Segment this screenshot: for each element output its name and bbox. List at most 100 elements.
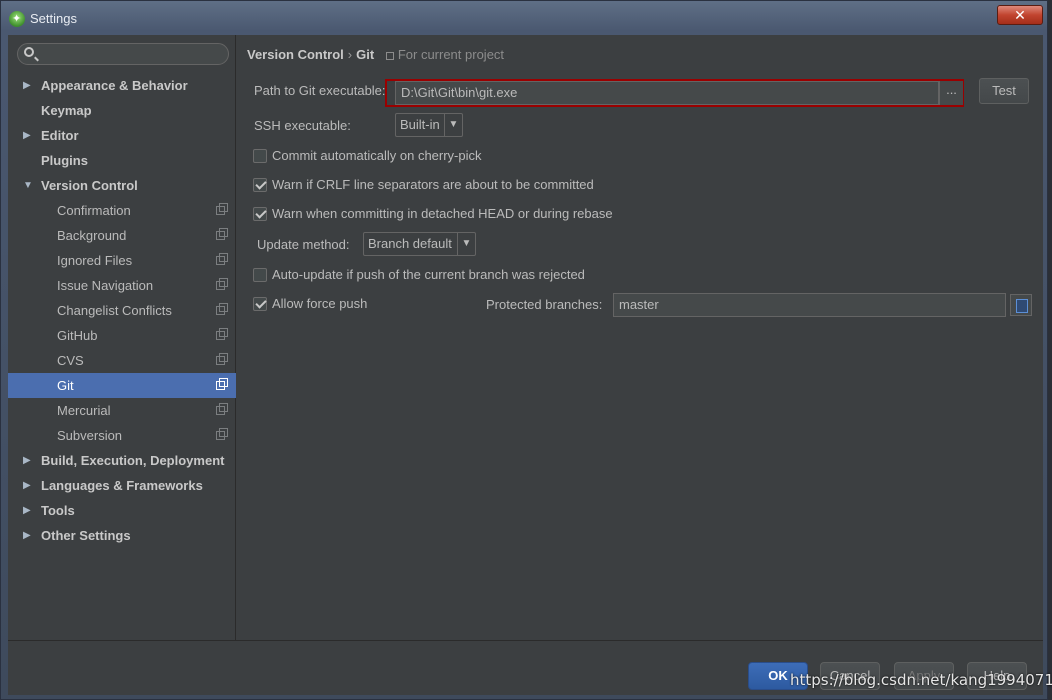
sidebar-item-languages-frameworks[interactable]: ▶ Languages & Frameworks: [8, 473, 236, 498]
sidebar-item-other-settings[interactable]: ▶ Other Settings: [8, 523, 236, 548]
close-button[interactable]: ✕: [997, 5, 1043, 25]
breadcrumb-separator: ›: [347, 47, 353, 62]
browse-button[interactable]: ...: [939, 81, 963, 105]
collapsed-arrow-icon[interactable]: ▶: [23, 448, 31, 473]
search-input[interactable]: [17, 43, 229, 65]
collapsed-arrow-icon[interactable]: ▶: [23, 73, 31, 98]
protected-branches-field[interactable]: master: [613, 293, 1006, 317]
ssh-executable-value: Built-in: [400, 117, 440, 132]
expanded-arrow-icon[interactable]: ▼: [23, 173, 33, 198]
sidebar-item-background[interactable]: Background: [8, 223, 236, 248]
dialog-client: ▶ Appearance & Behavior Keymap ▶ Editor Plugi…: [8, 35, 1043, 695]
sidebar-item-label: GitHub: [57, 328, 98, 343]
auto-update-option[interactable]: Auto-update if push of the current branc…: [253, 266, 753, 284]
project-scope-icon: [216, 203, 228, 215]
sidebar-item-plugins[interactable]: Plugins: [8, 148, 236, 173]
sidebar-item-label: Tools: [41, 503, 75, 518]
update-method-label: Update method:: [257, 237, 350, 252]
sidebar-item-mercurial[interactable]: Mercurial: [8, 398, 236, 423]
collapsed-arrow-icon[interactable]: ▶: [23, 523, 31, 548]
chevron-down-icon: ▼: [444, 114, 462, 136]
watermark-text: https://blog.csdn.net/kang19940713: [790, 671, 1052, 689]
project-scope-icon: [216, 328, 228, 340]
breadcrumb: Version Control › Git For current project: [247, 47, 504, 62]
git-path-field[interactable]: D:\Git\Git\bin\git.exe: [395, 81, 939, 105]
project-scope-icon: [216, 303, 228, 315]
settings-tree: ▶ Appearance & Behavior Keymap ▶ Editor Plugi…: [8, 73, 236, 548]
sidebar-item-github[interactable]: GitHub: [8, 323, 236, 348]
chevron-down-icon: ▼: [457, 233, 475, 255]
sidebar-item-changelist-conflicts[interactable]: Changelist Conflicts: [8, 298, 236, 323]
background-edge: [1048, 0, 1052, 700]
sidebar-item-version-control[interactable]: ▼ Version Control: [8, 173, 236, 198]
warn-crlf-checkbox[interactable]: [253, 178, 267, 192]
sidebar-item-label: Subversion: [57, 428, 123, 443]
commit-cherry-pick-label: Commit automatically on cherry-pick: [272, 148, 482, 163]
sidebar-item-tools[interactable]: ▶ Tools: [8, 498, 236, 523]
sidebar-item-label: Changelist Conflicts: [57, 303, 172, 318]
sidebar-item-keymap[interactable]: Keymap: [8, 98, 236, 123]
auto-update-checkbox[interactable]: [253, 268, 267, 282]
breadcrumb-page: Git: [356, 47, 375, 62]
sidebar-item-subversion[interactable]: Subversion: [8, 423, 236, 448]
project-scope-icon: [216, 378, 228, 390]
warn-crlf-label: Warn if CRLF line separators are about t…: [272, 177, 594, 192]
sidebar-item-label: Languages & Frameworks: [41, 478, 203, 493]
commit-cherry-pick-option[interactable]: Commit automatically on cherry-pick: [253, 147, 653, 165]
sidebar-item-label: Git: [57, 378, 74, 393]
sidebar-item-cvs[interactable]: CVS: [8, 348, 236, 373]
sidebar-item-label: Ignored Files: [57, 253, 133, 268]
search-icon: [24, 47, 34, 57]
sidebar-item-label: Appearance & Behavior: [41, 78, 188, 93]
sidebar-item-label: Other Settings: [41, 528, 131, 543]
path-to-git-label: Path to Git executable:: [254, 83, 386, 98]
warn-detached-option[interactable]: Warn when committing in detached HEAD or…: [253, 205, 753, 223]
sidebar-item-label: Editor: [41, 128, 79, 143]
sidebar-item-label: Plugins: [41, 153, 88, 168]
sidebar-item-editor[interactable]: ▶ Editor: [8, 123, 236, 148]
android-studio-icon: ✦: [9, 11, 25, 27]
sidebar-item-label: Version Control: [41, 178, 138, 193]
sidebar-item-confirmation[interactable]: Confirmation: [8, 198, 236, 223]
sidebar-item-label: Issue Navigation: [57, 278, 154, 293]
warn-detached-checkbox[interactable]: [253, 207, 267, 221]
update-method-select[interactable]: Branch default ▼: [363, 232, 476, 256]
sidebar-item-label: Background: [57, 228, 127, 243]
warn-crlf-option[interactable]: Warn if CRLF line separators are about t…: [253, 176, 753, 194]
update-method-value: Branch default: [368, 236, 452, 251]
breadcrumb-section[interactable]: Version Control: [247, 47, 344, 62]
project-scope-icon: [216, 228, 228, 240]
settings-sidebar: ▶ Appearance & Behavior Keymap ▶ Editor Plugi…: [8, 35, 236, 640]
project-scope-icon: [216, 278, 228, 290]
allow-force-push-checkbox[interactable]: [253, 297, 267, 311]
sidebar-item-build-execution-deployment[interactable]: ▶ Build, Execution, Deployment: [8, 448, 236, 473]
sidebar-item-appearance-behavior[interactable]: ▶ Appearance & Behavior: [8, 73, 236, 98]
collapsed-arrow-icon[interactable]: ▶: [23, 123, 31, 148]
title-bar: ✦ Settings ✕: [1, 1, 1047, 35]
scope-label: For current project: [397, 47, 505, 62]
sidebar-item-label: Mercurial: [57, 403, 111, 418]
warn-detached-label: Warn when committing in detached HEAD or…: [272, 206, 613, 221]
allow-force-push-option[interactable]: Allow force push: [253, 295, 453, 313]
sidebar-item-label: Confirmation: [57, 203, 131, 218]
protected-branches-label: Protected branches:: [486, 297, 603, 312]
sidebar-item-label: Build, Execution, Deployment: [41, 453, 225, 468]
auto-update-label: Auto-update if push of the current branc…: [272, 267, 585, 282]
test-button[interactable]: Test: [979, 78, 1029, 104]
sidebar-item-git[interactable]: Git: [8, 373, 236, 398]
scope-note: For current project: [385, 47, 505, 62]
collapsed-arrow-icon[interactable]: ▶: [23, 473, 31, 498]
sidebar-item-ignored-files[interactable]: Ignored Files: [8, 248, 236, 273]
window-title: Settings: [30, 11, 77, 26]
project-scope-icon: [216, 253, 228, 265]
ssh-executable-select[interactable]: Built-in ▼: [395, 113, 463, 137]
collapsed-arrow-icon[interactable]: ▶: [23, 498, 31, 523]
project-scope-icon: [216, 353, 228, 365]
sidebar-item-issue-navigation[interactable]: Issue Navigation: [8, 273, 236, 298]
sidebar-item-label: CVS: [57, 353, 84, 368]
allow-force-push-label: Allow force push: [272, 296, 368, 311]
commit-cherry-pick-checkbox[interactable]: [253, 149, 267, 163]
edit-branches-icon[interactable]: [1010, 294, 1032, 316]
git-settings-panel: Version Control › Git For current project …: [237, 35, 1043, 640]
project-scope-icon: [216, 403, 228, 415]
